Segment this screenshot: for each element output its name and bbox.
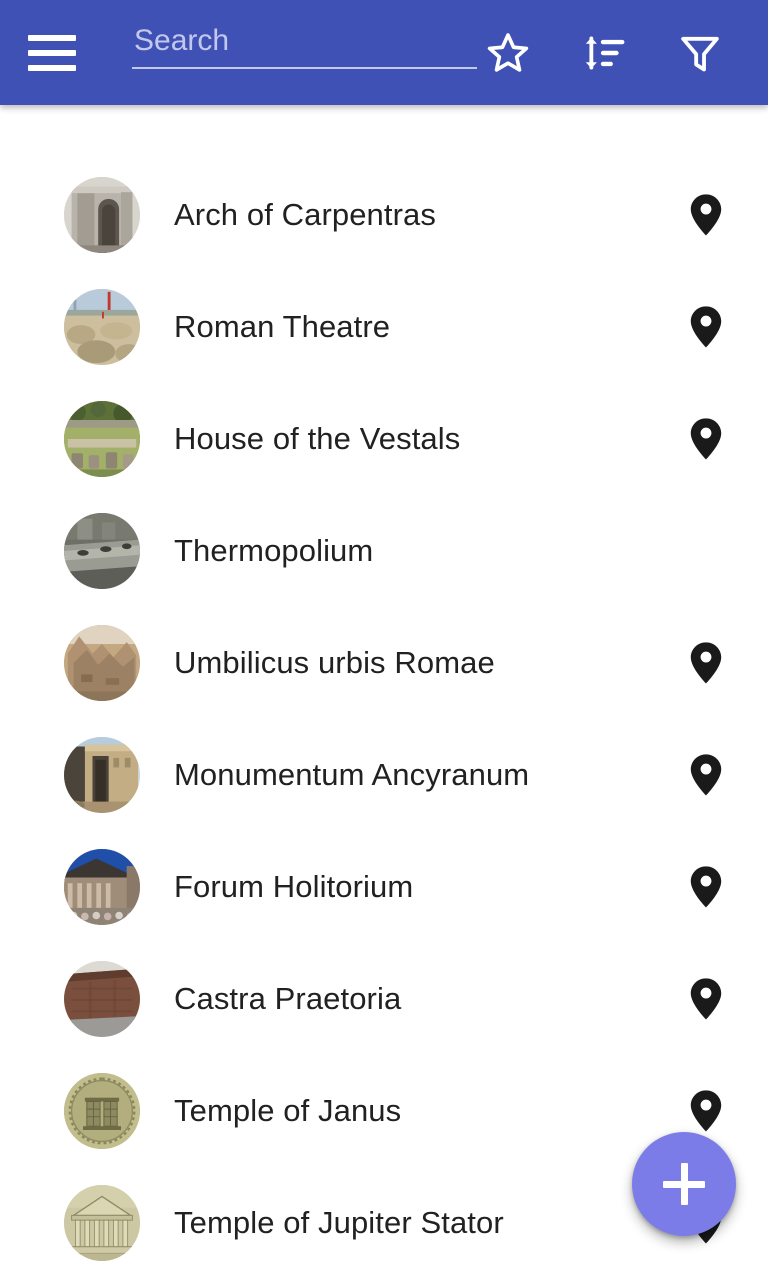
search-field-wrapper	[132, 22, 477, 83]
thumbnail-theatre-ruins	[64, 289, 140, 365]
thumbnail-stone-arch	[64, 177, 140, 253]
list-item-label: Temple of Janus	[174, 1093, 402, 1128]
map-pin-icon[interactable]	[684, 751, 728, 799]
places-list[interactable]: Arch of Carpentras Roman Theatre House o…	[0, 105, 768, 1280]
app-bar	[0, 0, 768, 105]
thumbnail-stone-counter	[64, 513, 140, 589]
thumbnail-brick-ruin	[64, 625, 140, 701]
places-list-inner: Arch of Carpentras Roman Theatre House o…	[0, 105, 768, 1279]
map-pin-icon[interactable]	[684, 191, 728, 239]
list-item[interactable]: Castra Praetoria	[0, 943, 768, 1055]
list-item-label: Roman Theatre	[174, 309, 391, 344]
map-pin-icon[interactable]	[684, 415, 728, 463]
list-item[interactable]: Forum Holitorium	[0, 831, 768, 943]
search-input[interactable]	[132, 22, 477, 69]
list-item[interactable]: Thermopolium	[0, 495, 768, 607]
sort-icon[interactable]	[580, 29, 628, 77]
plus-icon-vertical	[680, 1163, 688, 1205]
map-pin-icon[interactable]	[684, 863, 728, 911]
add-fab-button[interactable]	[632, 1132, 736, 1236]
list-item-label: Umbilicus urbis Romae	[174, 645, 495, 680]
list-item[interactable]: Roman Theatre	[0, 271, 768, 383]
map-pin-icon[interactable]	[684, 303, 728, 351]
list-item-label: Temple of Jupiter Stator	[174, 1205, 504, 1240]
list-item-label: House of the Vestals	[174, 421, 461, 456]
list-item-label: Thermopolium	[174, 533, 374, 568]
app-root: Arch of Carpentras	[0, 0, 768, 1280]
app-bar-actions	[484, 29, 768, 77]
star-outline-icon[interactable]	[484, 29, 532, 77]
list-item[interactable]: House of the Vestals	[0, 383, 768, 495]
list-item-label: Arch of Carpentras	[174, 197, 436, 232]
thumbnail-temple-engraving	[64, 1185, 140, 1261]
menu-bar-3	[28, 64, 76, 71]
thumbnail-stone-temple	[64, 737, 140, 813]
list-item-label: Forum Holitorium	[174, 869, 414, 904]
thumbnail-church-columns	[64, 849, 140, 925]
list-item[interactable]: Arch of Carpentras	[0, 159, 768, 271]
thumbnail-roman-coin-janus	[64, 1073, 140, 1149]
menu-bar-2	[28, 49, 76, 56]
list-item[interactable]: Monumentum Ancyranum	[0, 719, 768, 831]
list-item[interactable]: Umbilicus urbis Romae	[0, 607, 768, 719]
list-item-label: Monumentum Ancyranum	[174, 757, 530, 792]
map-pin-icon[interactable]	[684, 975, 728, 1023]
list-item-label: Castra Praetoria	[174, 981, 402, 1016]
map-pin-icon[interactable]	[684, 1087, 728, 1135]
thumbnail-brick-wall	[64, 961, 140, 1037]
menu-bar-1	[28, 34, 76, 41]
hamburger-menu-icon[interactable]	[28, 31, 84, 75]
map-pin-icon[interactable]	[684, 639, 728, 687]
thumbnail-green-ruins	[64, 401, 140, 477]
filter-funnel-icon[interactable]	[676, 29, 724, 77]
